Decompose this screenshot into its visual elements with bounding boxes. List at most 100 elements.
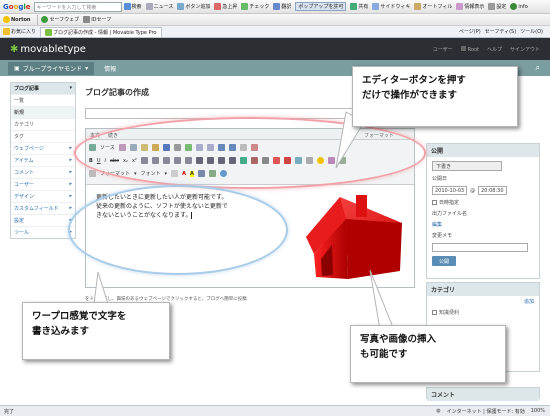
sidebar-item-webpage[interactable]: ウェブページ ▸ <box>11 142 75 154</box>
subscript-icon[interactable]: x₂ <box>123 158 128 164</box>
header-signout-link[interactable]: サインアウト <box>510 46 540 53</box>
toolbar-popup-button[interactable]: ポップアップを許可 <box>295 2 347 11</box>
font-dropdown[interactable]: フォント <box>141 170 161 177</box>
favorites-button[interactable]: お気に入り <box>3 28 36 35</box>
style-icon[interactable] <box>89 170 96 177</box>
align-left-icon[interactable] <box>195 157 203 164</box>
image-icon[interactable] <box>272 157 280 164</box>
sidebar-item-asset[interactable]: アイテム ▸ <box>11 154 75 166</box>
header-user-link[interactable]: Root <box>460 45 479 53</box>
mt-logo[interactable]: ✱ movabletype <box>10 44 86 55</box>
filename-edit-link[interactable]: 編集 <box>432 221 534 228</box>
sidebar-header[interactable]: ブログ記事 ▾ <box>11 83 75 94</box>
text-color-icon[interactable]: A <box>182 171 186 177</box>
numbered-list-icon[interactable] <box>140 157 148 164</box>
sidebar-item-settings[interactable]: 設定 ▸ <box>11 214 75 226</box>
toolbar-sidewiki-button[interactable]: サイドウィキ <box>372 3 410 10</box>
blockquote-icon[interactable] <box>184 157 192 164</box>
replace-icon[interactable] <box>228 144 236 151</box>
pagebreak-icon[interactable] <box>338 157 346 164</box>
sidebar-item-tools[interactable]: ツール ▸ <box>11 226 75 238</box>
show-blocks-icon[interactable] <box>208 170 216 177</box>
time-input[interactable]: 20:08:30 <box>478 186 507 195</box>
status-select[interactable]: 下書き <box>432 161 502 171</box>
spellcheck-icon[interactable] <box>184 144 192 151</box>
highlight-color-icon[interactable]: A <box>189 170 194 177</box>
table-icon[interactable] <box>294 157 302 164</box>
sidebar-item-category[interactable]: カテゴリ <box>11 118 75 130</box>
horizontal-rule-icon[interactable] <box>305 157 313 164</box>
checkbox-icon[interactable] <box>432 200 437 205</box>
cut-icon[interactable] <box>118 144 126 151</box>
toolbar-info-button[interactable]: info <box>510 3 528 10</box>
paste-text-icon[interactable] <box>151 144 159 151</box>
select-all-icon[interactable] <box>239 144 247 151</box>
toolbar-trend-button[interactable]: 急上昇 <box>214 3 237 10</box>
category-add-link[interactable]: 追加 <box>524 298 534 305</box>
unlink-icon[interactable] <box>250 157 258 164</box>
google-search-input[interactable]: キーワードを入力して検索 <box>33 1 122 12</box>
redo-icon[interactable] <box>206 144 214 151</box>
sidebar-item-customfield[interactable]: カスタムフィールド ▸ <box>11 202 75 214</box>
checkbox-icon[interactable] <box>432 310 437 315</box>
copy-icon[interactable] <box>129 144 137 151</box>
sidebar-item-design[interactable]: デザイン ▸ <box>11 190 75 202</box>
blog-selector[interactable]: ▣ ブループライヤモンド ▾ <box>8 61 95 75</box>
outdent-icon[interactable] <box>162 157 170 164</box>
toolbar-search-button[interactable]: 検索 <box>123 3 142 10</box>
font-size-icon[interactable] <box>171 170 179 177</box>
scheduled-option[interactable]: 日時指定 <box>432 199 534 206</box>
menu-safety[interactable]: セーフティ(S) <box>485 28 516 35</box>
zoom-control[interactable]: 100% <box>531 408 545 414</box>
justify-icon[interactable] <box>228 157 236 164</box>
find-icon[interactable] <box>217 144 225 151</box>
help-icon[interactable] <box>219 170 227 177</box>
menu-page[interactable]: ページ(P) <box>459 28 481 35</box>
norton-idsafe-button[interactable]: IDセーフ <box>83 16 111 23</box>
norton-button[interactable]: Norton <box>3 16 30 23</box>
bold-icon[interactable]: B <box>89 158 93 164</box>
header-help-link[interactable]: ヘルプ <box>487 46 502 53</box>
blog-tab-info[interactable]: 情報 <box>104 64 116 73</box>
toolbar-share-button[interactable]: 共有 <box>350 3 368 10</box>
source-button[interactable]: ソース <box>100 144 115 151</box>
italic-icon[interactable]: I <box>104 158 105 164</box>
toolbar-settings-button[interactable]: 設定 <box>488 3 506 10</box>
source-icon[interactable] <box>89 144 96 151</box>
format-dropdown[interactable]: フォーマット <box>100 170 130 177</box>
toolbar-autofill-button[interactable]: オートフィル <box>414 3 452 10</box>
tab-more[interactable]: 続き <box>108 132 118 139</box>
maximize-icon[interactable] <box>197 170 205 177</box>
underline-icon[interactable]: U <box>97 158 101 164</box>
toolbar-check-button[interactable]: チェック <box>241 3 269 10</box>
align-center-icon[interactable] <box>206 157 214 164</box>
print-icon[interactable] <box>173 144 181 151</box>
paste-word-icon[interactable] <box>162 144 170 151</box>
norton-safeweb-button[interactable]: セーフウェブ <box>41 16 79 23</box>
sidebar-item-tag[interactable]: タグ <box>11 130 75 142</box>
toolbar-translate-button[interactable]: 翻訳 <box>273 3 291 10</box>
flash-icon[interactable] <box>283 157 291 164</box>
browser-tab[interactable]: ブログ記事の作成 - 情報 | Movable Type Pro <box>40 26 162 37</box>
format-select[interactable]: フォーマット <box>364 132 394 139</box>
align-right-icon[interactable] <box>217 157 225 164</box>
tab-body[interactable]: 本文 <box>90 132 100 139</box>
search-icon[interactable]: ⌕ <box>536 63 540 73</box>
date-input[interactable]: 2010-10-03 <box>432 186 468 195</box>
superscript-icon[interactable]: x² <box>132 158 137 164</box>
strikethrough-icon[interactable]: abc <box>110 158 119 164</box>
remove-format-icon[interactable] <box>250 144 258 151</box>
publish-button[interactable]: 公開 <box>432 256 456 266</box>
link-icon[interactable] <box>239 157 247 164</box>
sidebar-item-comment[interactable]: コメント ▸ <box>11 166 75 178</box>
toolbar-add-button[interactable]: ボタン追加 <box>177 3 210 10</box>
sidebar-item-user[interactable]: ユーザー ▸ <box>11 178 75 190</box>
sidebar-item-new[interactable]: 新規 <box>11 106 75 118</box>
anchor-icon[interactable] <box>261 157 269 164</box>
paste-icon[interactable] <box>140 144 148 151</box>
menu-tools[interactable]: ツール(O) <box>520 28 543 35</box>
special-char-icon[interactable] <box>327 157 335 164</box>
undo-icon[interactable] <box>195 144 203 151</box>
bullet-list-icon[interactable] <box>151 157 159 164</box>
memo-input[interactable] <box>432 243 528 252</box>
